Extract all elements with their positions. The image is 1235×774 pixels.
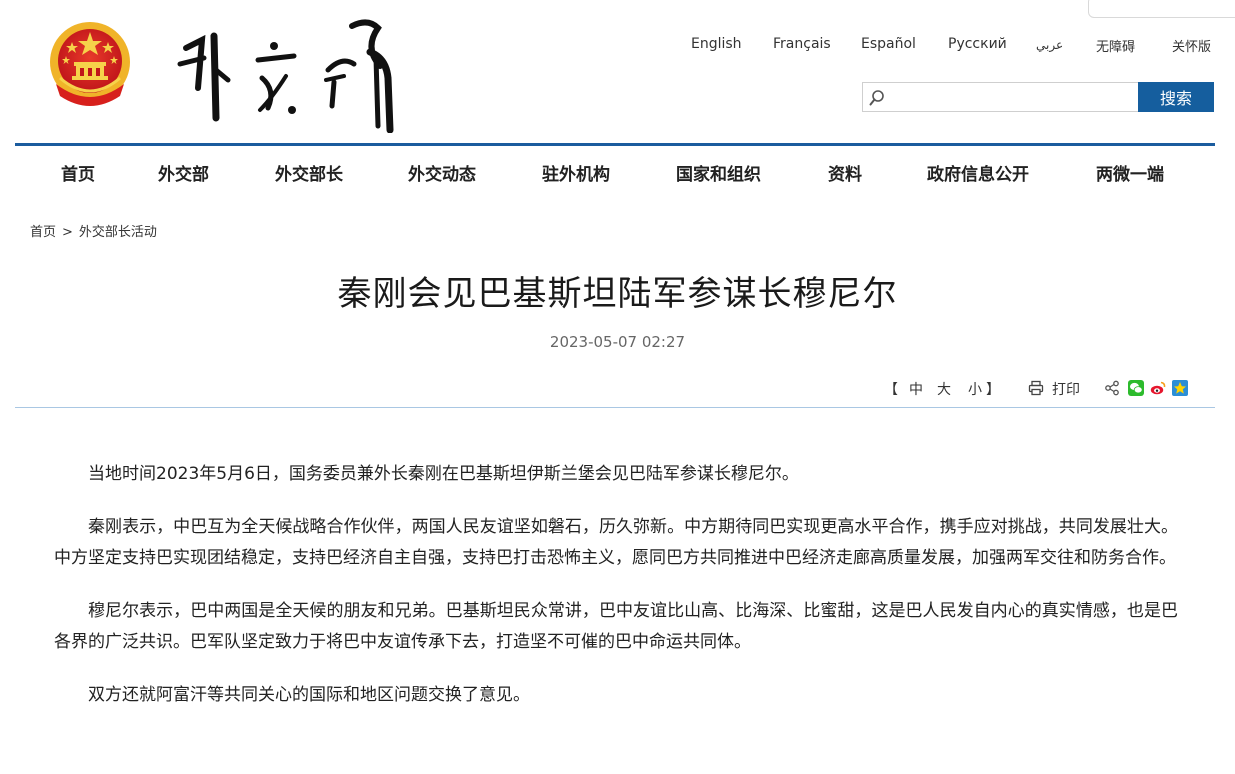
search-icon (869, 90, 884, 106)
font-size-small-button[interactable]: 小 (968, 379, 982, 399)
nav-resources[interactable]: 资料 (828, 160, 862, 185)
popup-corner (1088, 0, 1235, 18)
paragraph: 穆尼尔表示，巴中两国是全天候的朋友和兄弟。巴基斯坦民众常讲，巴中友谊比山高、比海… (54, 601, 1178, 652)
nav-home[interactable]: 首页 (61, 160, 95, 185)
printer-icon[interactable] (1028, 380, 1044, 396)
nav-missions-abroad[interactable]: 驻外机构 (542, 160, 610, 185)
qzone-icon[interactable] (1172, 380, 1188, 396)
lang-french-link[interactable]: Français (773, 36, 831, 52)
paragraph: 秦刚表示，中巴互为全天候战略合作伙伴，两国人民友谊坚如磐石，历久弥新。中方期待同… (54, 517, 1178, 568)
breadcrumb-current[interactable]: 外交部长活动 (79, 225, 157, 240)
nav-countries-organizations[interactable]: 国家和组织 (676, 160, 761, 185)
breadcrumb: 首页 > 外交部长活动 (30, 221, 157, 240)
calligraphy-logo (177, 19, 394, 133)
breadcrumb-separator: > (62, 225, 73, 240)
nav-government-info[interactable]: 政府信息公开 (927, 160, 1029, 185)
search-box: 搜索 (862, 82, 1214, 112)
search-button[interactable]: 搜索 (1138, 82, 1214, 112)
font-size-large-button[interactable]: 大 (937, 379, 951, 399)
print-link[interactable]: 打印 (1052, 379, 1080, 399)
language-bar: English Français Español Русский عربي 无障… (670, 36, 1230, 56)
paragraph: 双方还就阿富汗等共同关心的国际和地区问题交换了意见。 (88, 685, 530, 705)
font-size-bracket-close: 】 (986, 382, 1000, 398)
wechat-icon[interactable] (1128, 380, 1144, 396)
lang-spanish-link[interactable]: Español (861, 36, 916, 52)
article-divider (15, 407, 1215, 408)
nav-social-media[interactable]: 两微一端 (1096, 160, 1164, 185)
font-size-bracket-open: 【 (884, 382, 898, 398)
nav-minister[interactable]: 外交部长 (275, 160, 343, 185)
share-icon[interactable] (1104, 380, 1120, 396)
article-title: 秦刚会见巴基斯坦陆军参谋长穆尼尔 (337, 274, 898, 314)
paragraph: 当地时间2023年5月6日，国务委员兼外长秦刚在巴基斯坦伊斯兰堡会见巴陆军参谋长… (88, 464, 799, 484)
lang-russian-link[interactable]: Русский (948, 36, 1007, 52)
nav-diplomatic-news[interactable]: 外交动态 (408, 160, 476, 185)
breadcrumb-home[interactable]: 首页 (30, 225, 56, 240)
lang-arabic-link[interactable]: عربي (1036, 38, 1063, 52)
article-body: 当地时间2023年5月6日，国务委员兼外长秦刚在巴基斯坦伊斯兰堡会见巴陆军参谋长… (54, 459, 1178, 733)
search-input[interactable] (889, 85, 1137, 111)
care-mode-link[interactable]: 关怀版 (1172, 36, 1211, 55)
accessibility-link[interactable]: 无障碍 (1096, 36, 1135, 55)
nav-ministry[interactable]: 外交部 (158, 160, 209, 185)
lang-english-link[interactable]: English (691, 36, 742, 52)
font-size-medium-button[interactable]: 中 (909, 379, 923, 399)
national-emblem-icon (50, 22, 130, 106)
article-date: 2023-05-07 02:27 (549, 333, 686, 351)
nav-top-border (15, 143, 1215, 146)
weibo-icon[interactable] (1150, 380, 1166, 396)
